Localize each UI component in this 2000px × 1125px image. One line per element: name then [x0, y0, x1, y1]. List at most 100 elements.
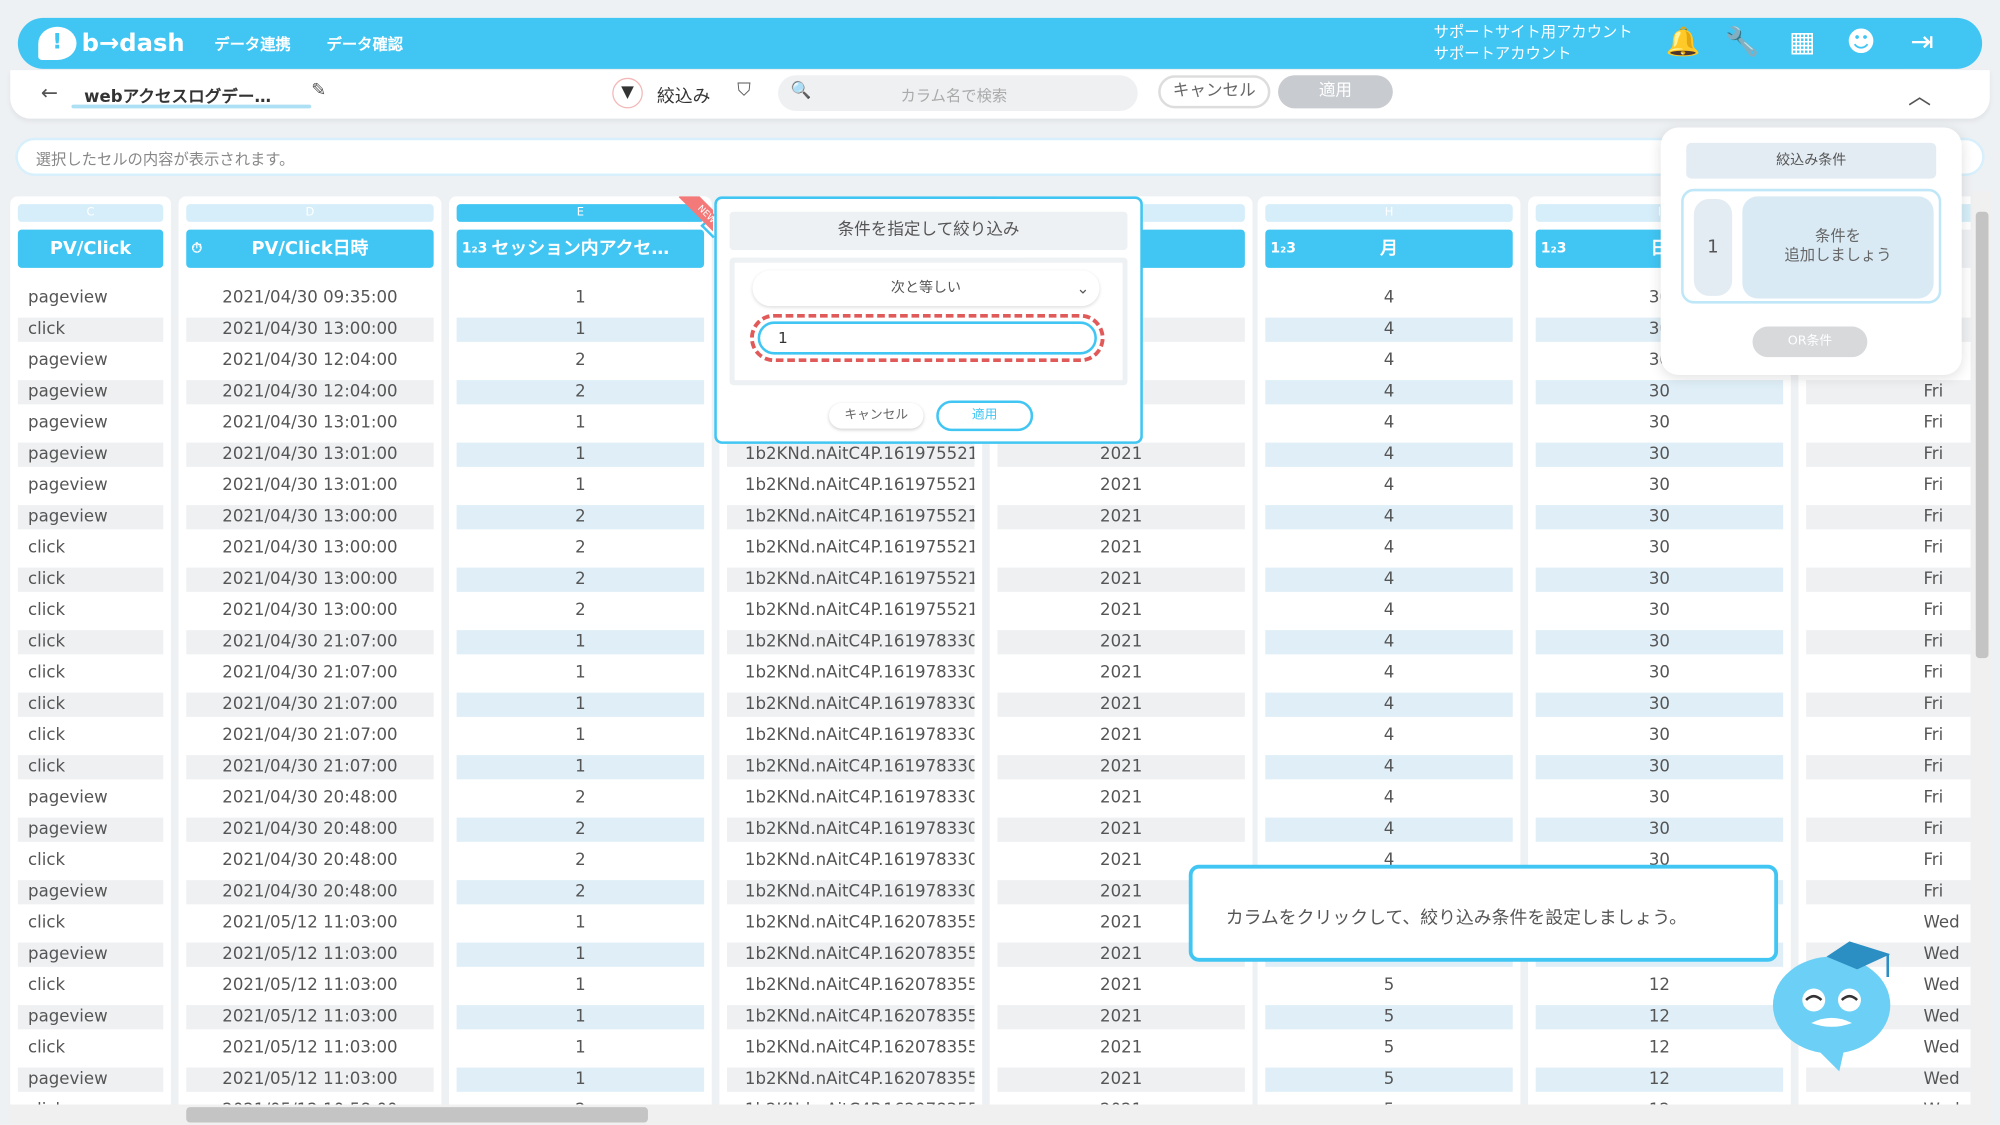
- table-cell[interactable]: 2021: [997, 566, 1245, 592]
- table-cell[interactable]: Fri: [1806, 379, 1971, 404]
- support-mascot-icon[interactable]: ☻: [1844, 27, 1877, 60]
- table-cell[interactable]: pageview: [18, 473, 163, 497]
- table-cell[interactable]: 2021/04/30 20:48:00: [186, 786, 433, 810]
- table-cell[interactable]: Fri: [1806, 536, 1971, 560]
- table-cell[interactable]: 2021: [997, 1036, 1244, 1060]
- column-letter[interactable]: C: [17, 204, 164, 222]
- logout-icon[interactable]: ⇥: [1906, 27, 1939, 60]
- table-cell[interactable]: 2021: [997, 441, 1245, 467]
- account-info[interactable]: サポートサイト用アカウント サポートアカウント: [1434, 22, 1633, 65]
- table-cell[interactable]: Fri: [1806, 661, 1971, 685]
- table-cell[interactable]: 4: [1265, 348, 1512, 372]
- table-cell[interactable]: 2021/04/30 13:00:00: [186, 316, 434, 342]
- table-cell[interactable]: 2021/05/12 11:03:00: [186, 1004, 434, 1029]
- shield-icon[interactable]: ⛉: [737, 80, 750, 100]
- column-search-input[interactable]: 🔍 カラム名で検索: [778, 75, 1138, 111]
- table-cell[interactable]: click: [18, 723, 163, 747]
- table-cell[interactable]: pageview: [18, 348, 163, 372]
- logo[interactable]: b→dash: [38, 26, 185, 62]
- table-cell[interactable]: 2: [456, 879, 705, 904]
- table-cell[interactable]: 12: [1536, 973, 1783, 997]
- bell-icon[interactable]: 🔔: [1666, 27, 1701, 60]
- table-cell[interactable]: Fri: [1806, 691, 1971, 717]
- table-cell[interactable]: 2021: [997, 691, 1245, 717]
- table-cell[interactable]: 1: [457, 661, 704, 685]
- column-c[interactable]: C PV/Click pageview click pageview pageview pa…: [10, 196, 171, 1105]
- table-cell[interactable]: Fri: [1806, 848, 1971, 872]
- table-cell[interactable]: 1: [456, 441, 705, 467]
- table-cell[interactable]: 2021/04/30 12:04:00: [186, 379, 434, 404]
- table-cell[interactable]: 30: [1535, 566, 1784, 592]
- table-cell[interactable]: 2021: [997, 504, 1245, 529]
- wrench-icon[interactable]: 🔧: [1724, 27, 1759, 60]
- table-cell[interactable]: 2: [457, 786, 704, 810]
- table-cell[interactable]: 2: [456, 379, 705, 404]
- table-cell[interactable]: 5: [1265, 973, 1512, 997]
- table-cell[interactable]: pageview: [18, 786, 163, 810]
- table-cell[interactable]: 1: [456, 941, 705, 967]
- table-cell[interactable]: 1: [457, 911, 704, 935]
- table-cell[interactable]: 2021/05/12 11:03:00: [186, 911, 433, 935]
- nav-data-link[interactable]: データ連携: [214, 33, 291, 55]
- table-cell[interactable]: 4: [1265, 661, 1512, 685]
- table-cell[interactable]: 30: [1536, 598, 1783, 622]
- table-cell[interactable]: click: [18, 911, 163, 935]
- table-cell[interactable]: pageview: [17, 879, 164, 904]
- table-cell[interactable]: 2021: [997, 1004, 1245, 1029]
- table-cell[interactable]: 1b2KNd.nAitC4P.161975521…: [727, 598, 975, 622]
- table-cell[interactable]: 4: [1265, 629, 1513, 654]
- table-cell[interactable]: pageview: [17, 441, 164, 467]
- table-cell[interactable]: 1b2KNd.nAitC4P.162078355…: [727, 941, 975, 967]
- table-cell[interactable]: 2021/04/30 20:48:00: [186, 848, 433, 872]
- table-cell[interactable]: Fri: [1806, 816, 1971, 842]
- popup-apply-button[interactable]: 適用: [936, 400, 1034, 432]
- table-cell[interactable]: 1: [457, 286, 704, 310]
- table-cell[interactable]: 1b2KNd.nAitC4P.162078355…: [727, 1036, 975, 1060]
- filter-label[interactable]: 絞込み: [657, 83, 711, 109]
- table-cell[interactable]: 12: [1535, 1004, 1784, 1029]
- operator-select[interactable]: 次と等しい ⌄: [752, 270, 1100, 307]
- table-cell[interactable]: 2021: [997, 754, 1245, 779]
- table-cell[interactable]: 2: [456, 504, 705, 529]
- table-cell[interactable]: 2: [457, 348, 704, 372]
- add-condition-button[interactable]: 条件を 追加しましょう: [1742, 196, 1934, 299]
- table-cell[interactable]: 4: [1265, 754, 1513, 779]
- table-cell[interactable]: 2021: [997, 536, 1244, 560]
- table-cell[interactable]: pageview: [17, 816, 164, 842]
- table-cell[interactable]: 2021: [997, 816, 1245, 842]
- table-cell[interactable]: Fri: [1806, 754, 1971, 779]
- table-cell[interactable]: 4: [1265, 441, 1513, 467]
- table-cell[interactable]: 2021: [997, 598, 1244, 622]
- back-arrow-icon[interactable]: ←: [41, 80, 58, 104]
- table-cell[interactable]: 1b2KNd.nAitC4P.162078355…: [727, 1066, 975, 1092]
- table-cell[interactable]: 1b2KNd.nAitC4P.162078355…: [727, 973, 975, 997]
- table-cell[interactable]: Fri: [1806, 473, 1971, 497]
- table-cell[interactable]: 1b2KNd.nAitC4P.161978330…: [727, 629, 975, 654]
- table-cell[interactable]: 1: [456, 754, 705, 779]
- table-cell[interactable]: 2021: [997, 723, 1244, 747]
- table-cell[interactable]: Fri: [1806, 566, 1971, 592]
- table-cell[interactable]: 2021/04/30 21:07:00: [186, 661, 433, 685]
- table-cell[interactable]: 2021/04/30 13:00:00: [186, 504, 434, 529]
- table-cell[interactable]: 2: [457, 598, 704, 622]
- table-cell[interactable]: 1b2KNd.nAitC4P.162078355…: [727, 911, 975, 935]
- table-cell[interactable]: click: [18, 661, 163, 685]
- table-cell[interactable]: 2021/04/30 13:01:00: [186, 473, 433, 497]
- table-cell[interactable]: 1b2KNd.nAitC4P.161978330…: [727, 754, 975, 779]
- table-cell[interactable]: 2021/05/12 11:03:00: [186, 941, 434, 967]
- table-cell[interactable]: 1: [457, 411, 704, 435]
- column-d[interactable]: D ⏱ PV/Click日時 2021/04/30 09:35:00 2021/04/3…: [178, 196, 442, 1105]
- horizontal-scroll-thumb[interactable]: [186, 1107, 648, 1123]
- column-header[interactable]: ⏱ PV/Click日時: [186, 229, 434, 268]
- table-cell[interactable]: 1: [456, 691, 705, 717]
- table-cell[interactable]: 2: [457, 848, 704, 872]
- table-cell[interactable]: 30: [1536, 786, 1783, 810]
- table-cell[interactable]: 1b2KNd.nAitC4P.161975521…: [727, 504, 975, 529]
- or-condition-button[interactable]: OR条件: [1752, 326, 1868, 358]
- table-cell[interactable]: click: [18, 848, 163, 872]
- table-cell[interactable]: 12: [1535, 1066, 1784, 1092]
- filter-value-input[interactable]: 1: [757, 321, 1097, 355]
- table-cell[interactable]: 4: [1265, 536, 1512, 560]
- table-cell[interactable]: 30: [1536, 536, 1783, 560]
- table-cell[interactable]: click: [18, 973, 163, 997]
